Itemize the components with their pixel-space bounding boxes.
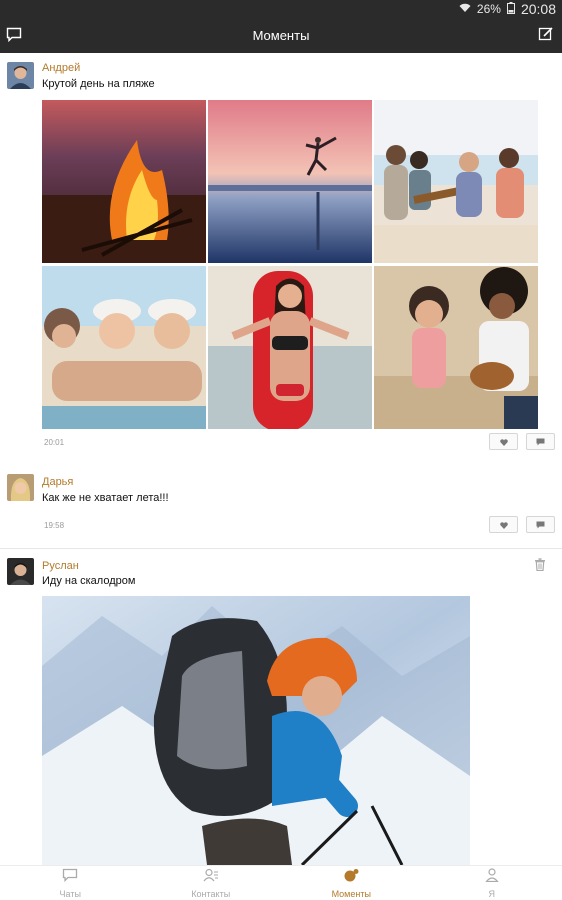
battery-icon — [506, 1, 515, 17]
compose-icon[interactable] — [538, 26, 554, 47]
header: Моменты — [0, 18, 562, 53]
delete-icon[interactable] — [534, 558, 546, 576]
moments-icon — [342, 868, 360, 887]
beach-runner-photo[interactable] — [208, 100, 372, 263]
bottom-nav: Чаты Контакты Моменты Я — [0, 865, 562, 900]
comment-icon — [536, 516, 545, 534]
heart-icon — [499, 433, 508, 451]
page-title: Моменты — [252, 28, 310, 43]
clock: 20:08 — [520, 1, 556, 17]
post-time: 19:58 — [44, 521, 65, 530]
post-text: Как же не хватает лета!!! — [42, 492, 169, 504]
avatar[interactable] — [7, 558, 34, 585]
climber-photo[interactable] — [42, 596, 470, 865]
heart-icon — [499, 516, 508, 534]
status-bar: 26% 20:08 — [0, 0, 562, 18]
comment-icon — [536, 433, 545, 451]
post-text: Крутой день на пляже — [42, 78, 155, 90]
campfire-photo[interactable] — [42, 100, 206, 263]
post-author[interactable]: Руслан — [42, 560, 79, 572]
comment-button[interactable] — [526, 433, 555, 450]
couple-guitar-photo[interactable] — [374, 266, 538, 429]
like-button[interactable] — [489, 433, 518, 450]
avatar[interactable] — [7, 62, 34, 89]
chat-icon — [62, 868, 78, 887]
nav-label: Чаты — [59, 888, 81, 899]
nav-moments[interactable]: Моменты — [281, 866, 422, 900]
post-time: 20:01 — [44, 438, 65, 447]
wifi-icon — [459, 2, 471, 16]
like-button[interactable] — [489, 516, 518, 533]
friends-guitar-photo[interactable] — [374, 100, 538, 263]
post-author[interactable]: Дарья — [42, 476, 73, 488]
nav-me[interactable]: Я — [422, 866, 562, 900]
post-author[interactable]: Андрей — [42, 62, 80, 74]
post-text: Иду на скалодром — [42, 575, 136, 587]
divider — [0, 548, 562, 549]
contacts-icon — [203, 868, 219, 887]
girls-beach-photo[interactable] — [42, 266, 206, 429]
nav-label: Моменты — [331, 888, 371, 899]
nav-label: Контакты — [191, 888, 231, 899]
battery-level: 26% — [476, 2, 501, 16]
message-icon[interactable] — [6, 27, 22, 47]
comment-button[interactable] — [526, 516, 555, 533]
bikini-surfboard-photo[interactable] — [208, 266, 372, 429]
profile-icon — [485, 867, 499, 887]
photo-grid — [42, 100, 538, 429]
avatar[interactable] — [7, 474, 34, 501]
nav-contacts[interactable]: Контакты — [141, 866, 282, 900]
moments-feed[interactable]: Андрей Крутой день на пляже 20:01 Дарья … — [0, 53, 562, 865]
nav-chats[interactable]: Чаты — [0, 866, 141, 900]
nav-label: Я — [488, 888, 496, 899]
